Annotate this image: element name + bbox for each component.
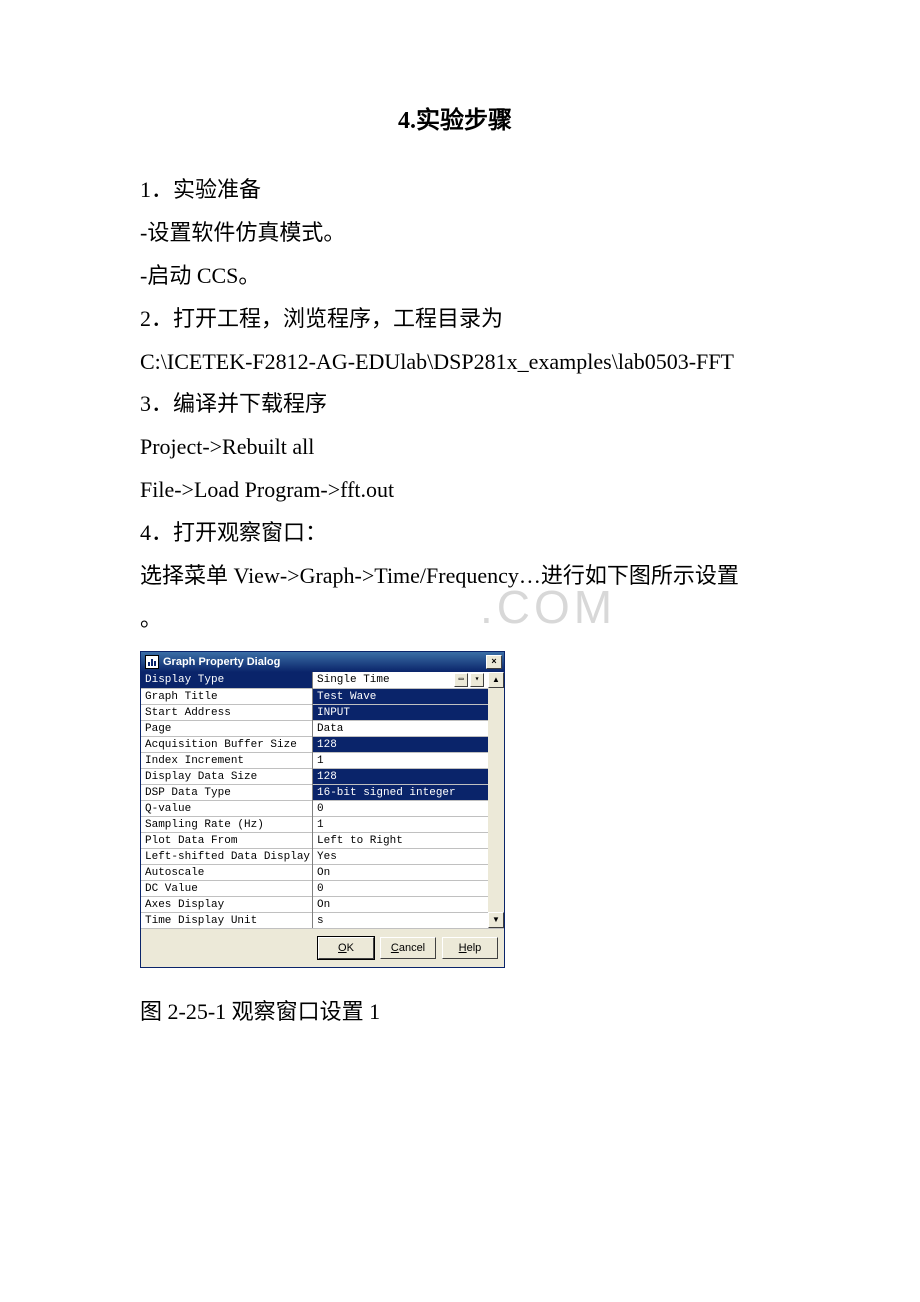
property-value[interactable]: Left to Right (313, 832, 488, 848)
property-label[interactable]: Display Data Size (141, 768, 312, 784)
help-button[interactable]: Help (442, 937, 498, 959)
paragraph: 3．编译并下载程序 (140, 383, 820, 426)
property-label[interactable]: Display Type (141, 672, 312, 688)
property-label[interactable]: Page (141, 720, 312, 736)
property-value-text: Single Time (317, 672, 452, 688)
property-label[interactable]: DC Value (141, 880, 312, 896)
property-label[interactable]: Time Display Unit (141, 912, 312, 928)
property-value[interactable]: 0 (313, 880, 488, 896)
property-value[interactable]: On (313, 896, 488, 912)
property-label[interactable]: Graph Title (141, 688, 312, 704)
property-value[interactable]: 16-bit signed integer (313, 784, 488, 800)
property-label[interactable]: Acquisition Buffer Size (141, 736, 312, 752)
dialog-button-row: OK Cancel Help (141, 928, 504, 967)
property-labels-column: Display TypeGraph TitleStart AddressPage… (141, 672, 313, 928)
property-value[interactable]: On (313, 864, 488, 880)
paragraph: Project->Rebuilt all (140, 426, 820, 469)
scroll-up-button[interactable]: ▲ (488, 672, 504, 688)
section-heading: 4.实验步骤 (90, 100, 820, 135)
property-label[interactable]: Sampling Rate (Hz) (141, 816, 312, 832)
property-label[interactable]: Plot Data From (141, 832, 312, 848)
property-value[interactable]: INPUT (313, 704, 488, 720)
property-value[interactable]: 1 (313, 816, 488, 832)
paragraph: -启动 CCS。 (140, 255, 820, 298)
property-label[interactable]: Q-value (141, 800, 312, 816)
scroll-track[interactable] (488, 688, 504, 912)
paragraph: -设置软件仿真模式。 (140, 212, 820, 255)
property-label[interactable]: Autoscale (141, 864, 312, 880)
scroll-down-button[interactable]: ▼ (488, 912, 504, 928)
property-label[interactable]: Start Address (141, 704, 312, 720)
dialog-titlebar[interactable]: Graph Property Dialog × (141, 652, 504, 672)
figure-caption: 图 2-25-1 观察窗口设置 1 (140, 994, 820, 1026)
document-page: 4.实验步骤 1．实验准备 -设置软件仿真模式。 -启动 CCS。 2．打开工程… (0, 0, 920, 1302)
paragraph: 2．打开工程，浏览程序，工程目录为 (140, 298, 820, 341)
property-label[interactable]: DSP Data Type (141, 784, 312, 800)
body-text-block: 1．实验准备 -设置软件仿真模式。 -启动 CCS。 2．打开工程，浏览程序，工… (140, 169, 820, 641)
property-value[interactable]: Yes (313, 848, 488, 864)
dialog-app-icon (145, 655, 159, 669)
ok-button[interactable]: OK (318, 937, 374, 959)
property-value[interactable]: Data (313, 720, 488, 736)
property-values-column: Single Time▭▾Test WaveINPUTData128112816… (313, 672, 488, 928)
cancel-button[interactable]: Cancel (380, 937, 436, 959)
property-value[interactable]: Single Time▭▾ (313, 672, 488, 688)
property-value[interactable]: 1 (313, 752, 488, 768)
property-value[interactable]: s (313, 912, 488, 928)
dialog-title: Graph Property Dialog (163, 656, 482, 668)
watermark-text: .COM (480, 580, 616, 634)
property-label[interactable]: Axes Display (141, 896, 312, 912)
paragraph: 1．实验准备 (140, 169, 820, 212)
property-value[interactable]: 0 (313, 800, 488, 816)
paragraph: C:\ICETEK-F2812-AG-EDUlab\DSP281x_exampl… (140, 341, 820, 384)
property-value[interactable]: Test Wave (313, 688, 488, 704)
close-button[interactable]: × (486, 655, 502, 669)
property-label[interactable]: Left-shifted Data Display (141, 848, 312, 864)
dropdown-icon[interactable]: ▾ (470, 673, 484, 687)
paragraph: 4．打开观察窗口： (140, 512, 820, 555)
property-grid: Display TypeGraph TitleStart AddressPage… (141, 672, 504, 928)
property-value[interactable]: 128 (313, 736, 488, 752)
scrollbar[interactable]: ▲ ▼ (488, 672, 504, 928)
graph-property-dialog: Graph Property Dialog × Display TypeGrap… (140, 651, 505, 968)
ellipsis-icon[interactable]: ▭ (454, 673, 468, 687)
property-label[interactable]: Index Increment (141, 752, 312, 768)
property-value[interactable]: 128 (313, 768, 488, 784)
paragraph: File->Load Program->fft.out (140, 469, 820, 512)
